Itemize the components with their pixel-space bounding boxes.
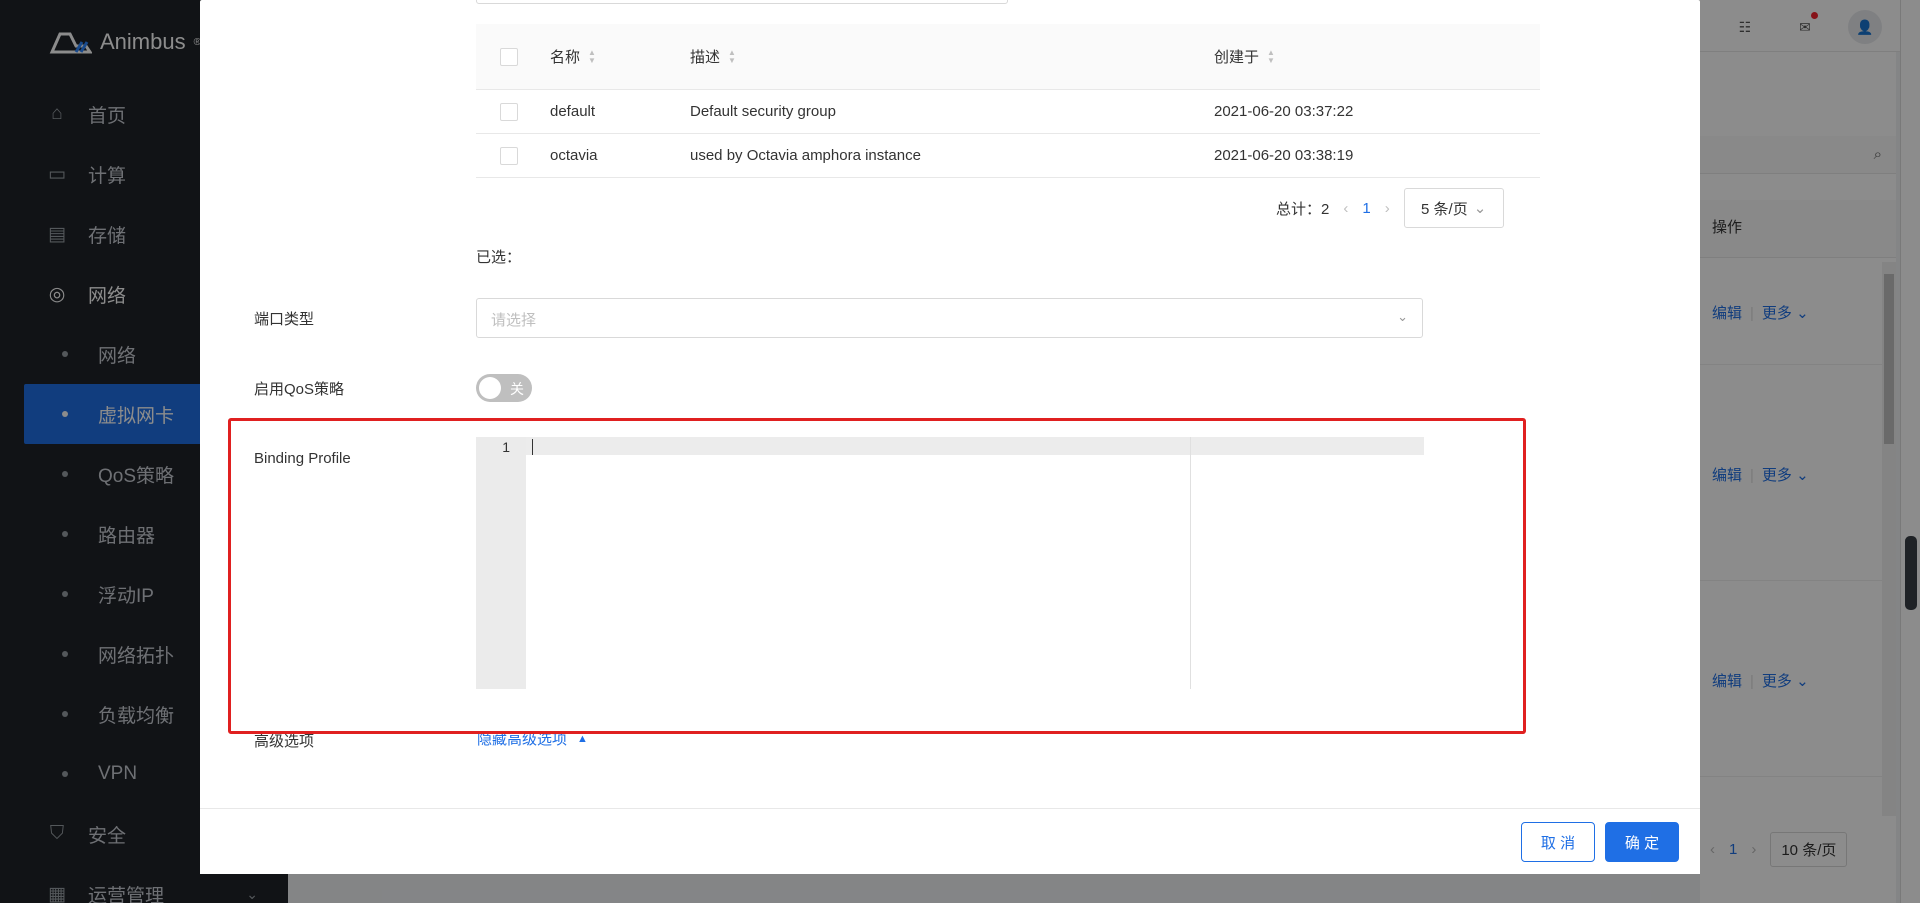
column-header-created[interactable]: 创建于 ▲ ▼ <box>1214 46 1275 67</box>
app-root: Animbus ® ⌂ 首页 ▭ 计算 ▤ 存储 ◎ 网络 网络 虚拟网卡 QoS策略 路… <box>0 0 1920 903</box>
modal-body: 名称 ▲ ▼ 描述 ▲ ▼ 创建于 ▲ ▼ default Default security… <box>200 0 1700 808</box>
cell-created: 2021-06-20 03:37:22 <box>1214 103 1354 120</box>
page-number[interactable]: 1 <box>1362 200 1370 217</box>
chevron-down-icon: ⌄ <box>1397 309 1408 324</box>
column-label: 创建于 <box>1214 49 1260 66</box>
sort-icon: ▲ ▼ <box>588 47 596 65</box>
caret-up-icon: ▲ <box>577 732 588 745</box>
ok-button[interactable]: 确 定 <box>1605 822 1679 862</box>
create-port-modal: 名称 ▲ ▼ 描述 ▲ ▼ 创建于 ▲ ▼ default Default security… <box>200 0 1700 874</box>
table-pagination: 总计：2 ‹ 1 › 5 条/页 ⌄ <box>1276 188 1504 228</box>
security-group-table: 名称 ▲ ▼ 描述 ▲ ▼ 创建于 ▲ ▼ default Default security… <box>476 24 1540 178</box>
total-count: 总计：2 <box>1276 200 1330 218</box>
port-type-label: 端口类型 <box>254 311 315 328</box>
column-header-name[interactable]: 名称 ▲ ▼ <box>550 46 596 67</box>
port-type-placeholder: 请选择 <box>491 312 537 329</box>
cell-description: Default security group <box>690 103 836 120</box>
port-type-select[interactable]: 请选择 ⌄ <box>476 298 1423 338</box>
selected-label: 已选： <box>476 249 522 266</box>
security-group-search-input[interactable] <box>476 0 1008 4</box>
select-all-checkbox[interactable] <box>500 47 518 66</box>
qos-label: 启用QoS策略 <box>254 381 345 398</box>
table-row[interactable]: default Default security group 2021-06-2… <box>476 90 1540 134</box>
cell-name: default <box>550 103 596 120</box>
page-size-select[interactable]: 5 条/页 ⌄ <box>1403 188 1504 228</box>
cell-name: octavia <box>550 147 598 164</box>
next-page-icon[interactable]: › <box>1385 200 1390 217</box>
column-label: 描述 <box>690 49 721 66</box>
cell-description: used by Octavia amphora instance <box>690 147 921 164</box>
column-label: 名称 <box>550 49 581 66</box>
row-checkbox[interactable] <box>500 102 518 121</box>
chevron-down-icon: ⌄ <box>1473 200 1487 217</box>
toggle-knob <box>479 377 501 399</box>
prev-page-icon[interactable]: ‹ <box>1343 200 1348 217</box>
table-header: 名称 ▲ ▼ 描述 ▲ ▼ 创建于 ▲ ▼ <box>476 24 1540 90</box>
toggle-text: 关 <box>510 381 524 397</box>
sort-icon: ▲ ▼ <box>1267 47 1275 65</box>
table-row[interactable]: octavia used by Octavia amphora instance… <box>476 134 1540 178</box>
red-highlight-box <box>228 418 1526 734</box>
row-checkbox[interactable] <box>500 146 518 165</box>
page-size-value: 5 条/页 <box>1421 200 1468 218</box>
cancel-button[interactable]: 取 消 <box>1521 822 1595 862</box>
sort-icon: ▲ ▼ <box>728 47 736 65</box>
modal-footer: 取 消 确 定 <box>200 808 1700 874</box>
qos-toggle[interactable]: 关 <box>476 374 532 402</box>
cell-created: 2021-06-20 03:38:19 <box>1214 147 1354 164</box>
column-header-description[interactable]: 描述 ▲ ▼ <box>690 46 736 67</box>
